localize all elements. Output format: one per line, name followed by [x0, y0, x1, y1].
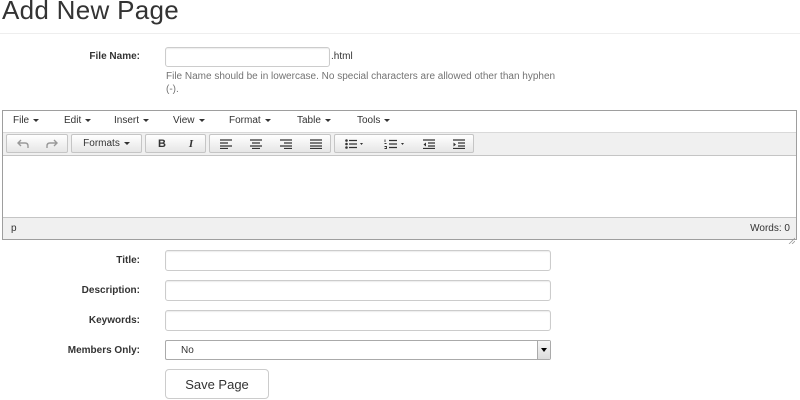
description-label: Description:	[81, 285, 140, 296]
editor-content-area[interactable]	[3, 156, 796, 217]
members-only-label: Members Only:	[67, 345, 140, 356]
title-divider	[0, 33, 800, 34]
members-only-select[interactable]: No	[165, 340, 551, 360]
align-center-button[interactable]	[242, 135, 270, 152]
file-extension-suffix: .html	[331, 51, 353, 62]
description-input[interactable]	[165, 280, 551, 301]
outdent-icon	[423, 138, 435, 149]
bullet-list-button[interactable]	[337, 135, 373, 152]
indent-button[interactable]	[445, 135, 473, 152]
list-indent-group	[334, 134, 474, 153]
menu-file[interactable]: File	[13, 115, 40, 126]
align-right-icon	[280, 138, 292, 149]
menu-tools-label: Tools	[357, 115, 381, 126]
align-right-button[interactable]	[272, 135, 300, 152]
redo-button[interactable]	[38, 135, 66, 152]
formats-dropdown[interactable]: Formats	[71, 134, 142, 153]
word-count: Words: 0	[750, 223, 790, 234]
menu-file-label: File	[13, 115, 30, 126]
save-page-button[interactable]: Save Page	[165, 369, 269, 399]
numbered-list-button[interactable]	[377, 135, 413, 152]
menu-view-label: View	[173, 115, 195, 126]
numbered-list-icon	[384, 139, 406, 149]
page-title: Add New Page	[2, 0, 180, 25]
rich-text-editor: File Edit Insert View Format Table Tools…	[2, 110, 797, 245]
keywords-label: Keywords:	[88, 315, 140, 326]
undo-button[interactable]	[9, 135, 37, 152]
chevron-down-icon	[123, 142, 130, 145]
file-name-label: File Name:	[89, 51, 140, 62]
history-group	[6, 134, 68, 153]
align-justify-icon	[310, 138, 322, 149]
indent-icon	[453, 138, 465, 149]
editor-statusbar: p Words: 0	[3, 217, 796, 245]
align-justify-button[interactable]	[302, 135, 330, 152]
align-left-icon	[220, 138, 232, 149]
editor-menubar: File Edit Insert View Format Table Tools	[3, 111, 796, 133]
bullet-list-icon	[345, 138, 365, 149]
formats-label: Formats	[83, 138, 120, 149]
formats-button[interactable]: Formats	[72, 135, 141, 152]
menu-tools[interactable]: Tools	[357, 115, 391, 126]
chevron-down-icon	[537, 341, 550, 359]
bold-button[interactable]: B	[148, 135, 176, 152]
menu-insert[interactable]: Insert	[114, 115, 150, 126]
menu-edit[interactable]: Edit	[64, 115, 92, 126]
alignment-group	[209, 134, 331, 153]
menu-format[interactable]: Format	[229, 115, 271, 126]
menu-view[interactable]: View	[173, 115, 205, 126]
keywords-input[interactable]	[165, 310, 551, 331]
resize-handle-icon[interactable]	[788, 231, 796, 245]
text-style-group: B I	[145, 134, 206, 153]
element-path[interactable]: p	[11, 223, 17, 234]
outdent-button[interactable]	[415, 135, 443, 152]
file-name-help-text: File Name should be in lowercase. No spe…	[166, 71, 556, 95]
menu-table[interactable]: Table	[297, 115, 331, 126]
align-center-icon	[250, 138, 262, 149]
file-name-input[interactable]	[165, 47, 330, 67]
menu-format-label: Format	[229, 115, 261, 126]
members-only-value: No	[181, 345, 194, 356]
editor-toolbar: Formats B I	[3, 133, 796, 156]
italic-button[interactable]: I	[177, 135, 205, 152]
redo-icon	[46, 139, 58, 149]
title-label: Title:	[116, 255, 140, 266]
menu-table-label: Table	[297, 115, 321, 126]
title-input[interactable]	[165, 250, 551, 271]
menu-edit-label: Edit	[64, 115, 82, 126]
menu-insert-label: Insert	[114, 115, 140, 126]
undo-icon	[17, 139, 29, 149]
align-left-button[interactable]	[212, 135, 240, 152]
